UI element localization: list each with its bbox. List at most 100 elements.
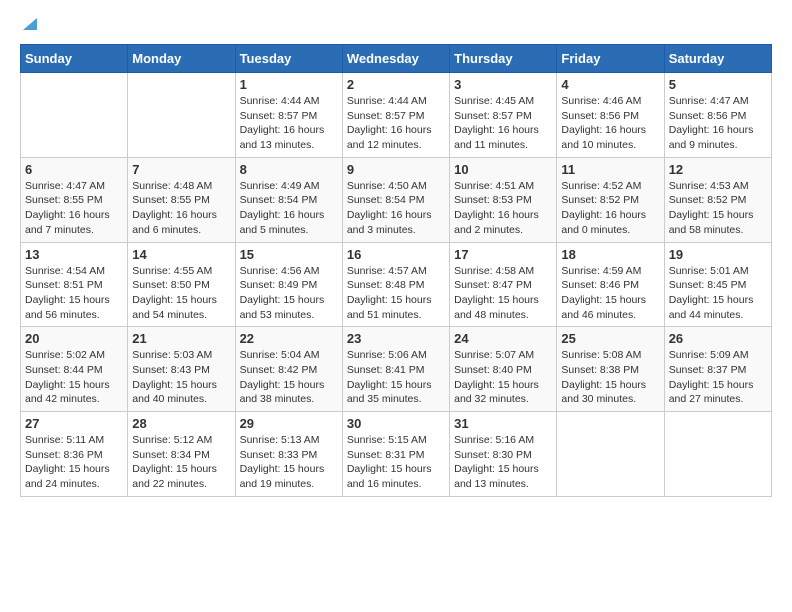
calendar-cell: 31Sunrise: 5:16 AM Sunset: 8:30 PM Dayli… xyxy=(450,412,557,497)
day-number: 7 xyxy=(132,162,230,177)
weekday-header-thursday: Thursday xyxy=(450,45,557,73)
calendar-cell: 3 Sunrise: 4:45 AM Sunset: 8:57 PM Daylig… xyxy=(450,73,557,158)
calendar-header: SundayMondayTuesdayWednesdayThursdayFrid… xyxy=(21,45,772,73)
weekday-header-tuesday: Tuesday xyxy=(235,45,342,73)
day-info: Sunrise: 4:57 AM Sunset: 8:48 PM Dayligh… xyxy=(347,264,445,323)
calendar-cell: 26 Sunrise: 5:09 AM Sunset: 8:37 PM Dayli… xyxy=(664,327,771,412)
day-number: 13 xyxy=(25,247,123,262)
day-info: Sunrise: 4:45 AM Sunset: 8:57 PM Dayligh… xyxy=(454,94,552,153)
day-info: Sunrise: 5:09 AM Sunset: 8:37 PM Dayligh… xyxy=(669,348,767,407)
day-info: Sunrise: 5:08 AM Sunset: 8:38 PM Dayligh… xyxy=(561,348,659,407)
calendar-cell: 12 Sunrise: 4:53 AM Sunset: 8:52 PM Dayli… xyxy=(664,157,771,242)
day-number: 14 xyxy=(132,247,230,262)
day-info: Sunrise: 4:50 AM Sunset: 8:54 PM Dayligh… xyxy=(347,179,445,238)
day-number: 28 xyxy=(132,416,230,431)
page-header xyxy=(20,20,772,34)
calendar-table: SundayMondayTuesdayWednesdayThursdayFrid… xyxy=(20,44,772,497)
day-number: 17 xyxy=(454,247,552,262)
calendar-cell: 20 Sunrise: 5:02 AM Sunset: 8:44 PM Dayli… xyxy=(21,327,128,412)
day-number: 22 xyxy=(240,331,338,346)
day-info: Sunrise: 5:01 AM Sunset: 8:45 PM Dayligh… xyxy=(669,264,767,323)
calendar-cell: 21 Sunrise: 5:03 AM Sunset: 8:43 PM Dayli… xyxy=(128,327,235,412)
day-info: Sunrise: 4:52 AM Sunset: 8:52 PM Dayligh… xyxy=(561,179,659,238)
calendar-cell xyxy=(128,73,235,158)
calendar-cell xyxy=(557,412,664,497)
day-number: 18 xyxy=(561,247,659,262)
day-number: 8 xyxy=(240,162,338,177)
day-info: Sunrise: 4:59 AM Sunset: 8:46 PM Dayligh… xyxy=(561,264,659,323)
calendar-cell: 1 Sunrise: 4:44 AM Sunset: 8:57 PM Daylig… xyxy=(235,73,342,158)
calendar-cell: 28 Sunrise: 5:12 AM Sunset: 8:34 PM Dayli… xyxy=(128,412,235,497)
logo xyxy=(20,20,39,34)
day-info: Sunrise: 4:53 AM Sunset: 8:52 PM Dayligh… xyxy=(669,179,767,238)
calendar-cell: 8 Sunrise: 4:49 AM Sunset: 8:54 PM Daylig… xyxy=(235,157,342,242)
calendar-cell: 10 Sunrise: 4:51 AM Sunset: 8:53 PM Dayli… xyxy=(450,157,557,242)
calendar-cell xyxy=(664,412,771,497)
calendar-body: 1 Sunrise: 4:44 AM Sunset: 8:57 PM Daylig… xyxy=(21,73,772,497)
calendar-cell: 2 Sunrise: 4:44 AM Sunset: 8:57 PM Daylig… xyxy=(342,73,449,158)
day-number: 20 xyxy=(25,331,123,346)
day-number: 23 xyxy=(347,331,445,346)
calendar-cell: 15 Sunrise: 4:56 AM Sunset: 8:49 PM Dayli… xyxy=(235,242,342,327)
day-number: 29 xyxy=(240,416,338,431)
day-info: Sunrise: 5:07 AM Sunset: 8:40 PM Dayligh… xyxy=(454,348,552,407)
day-info: Sunrise: 4:44 AM Sunset: 8:57 PM Dayligh… xyxy=(347,94,445,153)
calendar-cell: 22 Sunrise: 5:04 AM Sunset: 8:42 PM Dayli… xyxy=(235,327,342,412)
calendar-cell: 18 Sunrise: 4:59 AM Sunset: 8:46 PM Dayli… xyxy=(557,242,664,327)
day-number: 24 xyxy=(454,331,552,346)
day-info: Sunrise: 5:02 AM Sunset: 8:44 PM Dayligh… xyxy=(25,348,123,407)
calendar-cell: 6 Sunrise: 4:47 AM Sunset: 8:55 PM Daylig… xyxy=(21,157,128,242)
day-number: 11 xyxy=(561,162,659,177)
day-info: Sunrise: 5:06 AM Sunset: 8:41 PM Dayligh… xyxy=(347,348,445,407)
day-info: Sunrise: 4:46 AM Sunset: 8:56 PM Dayligh… xyxy=(561,94,659,153)
weekday-header-friday: Friday xyxy=(557,45,664,73)
day-info: Sunrise: 4:49 AM Sunset: 8:54 PM Dayligh… xyxy=(240,179,338,238)
day-number: 26 xyxy=(669,331,767,346)
calendar-cell: 7 Sunrise: 4:48 AM Sunset: 8:55 PM Daylig… xyxy=(128,157,235,242)
day-info: Sunrise: 5:12 AM Sunset: 8:34 PM Dayligh… xyxy=(132,433,230,492)
calendar-cell: 4 Sunrise: 4:46 AM Sunset: 8:56 PM Daylig… xyxy=(557,73,664,158)
day-info: Sunrise: 4:51 AM Sunset: 8:53 PM Dayligh… xyxy=(454,179,552,238)
calendar-cell: 5 Sunrise: 4:47 AM Sunset: 8:56 PM Daylig… xyxy=(664,73,771,158)
day-number: 10 xyxy=(454,162,552,177)
calendar-cell xyxy=(21,73,128,158)
calendar-cell: 30Sunrise: 5:15 AM Sunset: 8:31 PM Dayli… xyxy=(342,412,449,497)
logo-triangle-icon xyxy=(21,16,39,34)
day-info: Sunrise: 4:47 AM Sunset: 8:56 PM Dayligh… xyxy=(669,94,767,153)
calendar-cell: 17Sunrise: 4:58 AM Sunset: 8:47 PM Dayli… xyxy=(450,242,557,327)
day-info: Sunrise: 4:48 AM Sunset: 8:55 PM Dayligh… xyxy=(132,179,230,238)
calendar-week-row: 27 Sunrise: 5:11 AM Sunset: 8:36 PM Dayli… xyxy=(21,412,772,497)
day-number: 31 xyxy=(454,416,552,431)
day-info: Sunrise: 5:11 AM Sunset: 8:36 PM Dayligh… xyxy=(25,433,123,492)
calendar-cell: 24 Sunrise: 5:07 AM Sunset: 8:40 PM Dayli… xyxy=(450,327,557,412)
day-number: 4 xyxy=(561,77,659,92)
day-number: 12 xyxy=(669,162,767,177)
day-number: 3 xyxy=(454,77,552,92)
day-info: Sunrise: 4:55 AM Sunset: 8:50 PM Dayligh… xyxy=(132,264,230,323)
calendar-cell: 19 Sunrise: 5:01 AM Sunset: 8:45 PM Dayli… xyxy=(664,242,771,327)
day-info: Sunrise: 4:47 AM Sunset: 8:55 PM Dayligh… xyxy=(25,179,123,238)
day-number: 21 xyxy=(132,331,230,346)
day-number: 5 xyxy=(669,77,767,92)
day-info: Sunrise: 4:56 AM Sunset: 8:49 PM Dayligh… xyxy=(240,264,338,323)
calendar-cell: 29 Sunrise: 5:13 AM Sunset: 8:33 PM Dayli… xyxy=(235,412,342,497)
day-number: 6 xyxy=(25,162,123,177)
day-number: 19 xyxy=(669,247,767,262)
day-info: Sunrise: 5:13 AM Sunset: 8:33 PM Dayligh… xyxy=(240,433,338,492)
calendar-cell: 25Sunrise: 5:08 AM Sunset: 8:38 PM Dayli… xyxy=(557,327,664,412)
day-info: Sunrise: 5:03 AM Sunset: 8:43 PM Dayligh… xyxy=(132,348,230,407)
day-number: 16 xyxy=(347,247,445,262)
calendar-cell: 27 Sunrise: 5:11 AM Sunset: 8:36 PM Dayli… xyxy=(21,412,128,497)
day-info: Sunrise: 4:44 AM Sunset: 8:57 PM Dayligh… xyxy=(240,94,338,153)
day-info: Sunrise: 5:15 AM Sunset: 8:31 PM Dayligh… xyxy=(347,433,445,492)
day-number: 2 xyxy=(347,77,445,92)
day-info: Sunrise: 5:04 AM Sunset: 8:42 PM Dayligh… xyxy=(240,348,338,407)
calendar-cell: 16 Sunrise: 4:57 AM Sunset: 8:48 PM Dayli… xyxy=(342,242,449,327)
day-number: 27 xyxy=(25,416,123,431)
weekday-header-sunday: Sunday xyxy=(21,45,128,73)
weekday-header-row: SundayMondayTuesdayWednesdayThursdayFrid… xyxy=(21,45,772,73)
calendar-cell: 14 Sunrise: 4:55 AM Sunset: 8:50 PM Dayli… xyxy=(128,242,235,327)
calendar-cell: 9Sunrise: 4:50 AM Sunset: 8:54 PM Daylig… xyxy=(342,157,449,242)
day-number: 15 xyxy=(240,247,338,262)
day-number: 1 xyxy=(240,77,338,92)
